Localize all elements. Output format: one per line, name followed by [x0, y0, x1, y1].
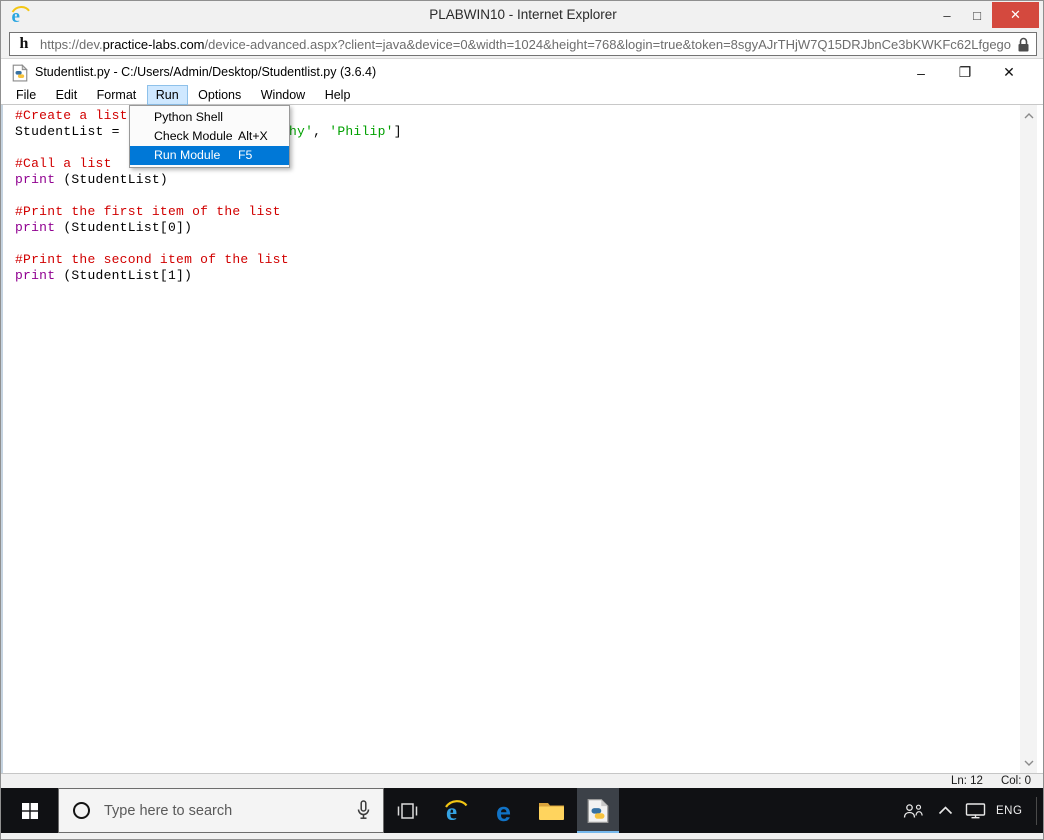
- window-title: PLABWIN10 - Internet Explorer: [429, 7, 617, 22]
- code-line: print (StudentList): [15, 172, 168, 187]
- url-prefix: https://dev.: [40, 36, 103, 52]
- idle-statusbar: Ln: 12 Col: 0: [1, 773, 1043, 788]
- url-domain: practice-labs.com: [102, 36, 205, 52]
- maximize-button[interactable]: □: [962, 2, 992, 28]
- menu-item-check-module[interactable]: Check Module Alt+X: [130, 127, 289, 146]
- menu-window[interactable]: Window: [253, 86, 313, 104]
- idle-titlebar[interactable]: Studentlist.py - C:/Users/Admin/Desktop/…: [1, 59, 1043, 86]
- file-explorer-icon: [538, 803, 564, 820]
- code-line: #Print the second item of the list: [15, 252, 289, 267]
- svg-text:e: e: [496, 797, 511, 825]
- scroll-down-icon[interactable]: [1020, 754, 1037, 771]
- edge-icon: e: [496, 797, 511, 825]
- people-icon[interactable]: [903, 803, 924, 819]
- taskbar: e e: [1, 788, 1043, 833]
- menu-help[interactable]: Help: [317, 86, 359, 104]
- system-tray: ENG: [903, 788, 1038, 833]
- taskbar-internet-explorer-button[interactable]: e: [433, 788, 479, 833]
- ie-titlebar[interactable]: e PLABWIN10 - Internet Explorer – □ ✕: [1, 1, 1043, 29]
- idle-menubar: File Edit Format Run Options Window Help: [1, 85, 1043, 105]
- browser-bottom-strip: [1, 833, 1043, 839]
- start-button[interactable]: [1, 788, 58, 833]
- idle-window-title: Studentlist.py - C:/Users/Admin/Desktop/…: [35, 65, 377, 79]
- microphone-icon[interactable]: [356, 800, 371, 821]
- show-desktop-divider[interactable]: [1036, 796, 1038, 825]
- menu-run[interactable]: Run: [146, 85, 188, 105]
- shortcut-label: F5: [238, 148, 253, 162]
- task-view-icon: [397, 802, 417, 819]
- ie-window-controls: – □ ✕: [932, 2, 1039, 28]
- internet-explorer-icon: e: [445, 799, 468, 825]
- search-input[interactable]: [102, 801, 356, 820]
- idle-close-button[interactable]: ✕: [987, 59, 1031, 86]
- run-menu-dropdown: Python Shell Check Module Alt+X Run Modu…: [129, 105, 290, 168]
- menu-item-run-module[interactable]: Run Module F5: [130, 146, 289, 165]
- url-path: /device-advanced.aspx?client=java&device…: [204, 36, 1011, 52]
- network-display-icon[interactable]: [965, 802, 986, 819]
- menu-item-python-shell[interactable]: Python Shell: [130, 108, 289, 127]
- vertical-scrollbar[interactable]: [1020, 105, 1037, 773]
- address-bar[interactable]: h https://dev.practice-labs.com/device-a…: [9, 32, 1037, 56]
- code-lines: #Create a list StudentList = hy', 'Philip…: [3, 105, 1043, 773]
- code-line: print (StudentList[1]): [15, 268, 193, 283]
- line-indicator: Ln: 12: [950, 775, 983, 787]
- menu-edit[interactable]: Edit: [48, 86, 86, 104]
- url-row: h https://dev.practice-labs.com/device-a…: [1, 29, 1043, 59]
- site-favicon-icon: h: [19, 35, 29, 52]
- idle-window-controls: – ❐ ✕: [899, 59, 1031, 86]
- code-line: #Print the first item of the list: [15, 204, 281, 219]
- code-line: print (StudentList[0]): [15, 220, 193, 235]
- close-button[interactable]: ✕: [992, 2, 1039, 28]
- taskbar-idle-python-button[interactable]: [577, 788, 619, 833]
- lock-icon: [1018, 37, 1029, 51]
- scroll-up-icon[interactable]: [1020, 107, 1037, 124]
- code-editor[interactable]: #Create a list StudentList = hy', 'Philip…: [1, 105, 1043, 773]
- task-view-button[interactable]: [387, 788, 427, 833]
- url-text[interactable]: https://dev.practice-labs.com/device-adv…: [40, 37, 1011, 52]
- python-file-icon: [587, 798, 609, 823]
- cortana-icon[interactable]: [73, 802, 90, 819]
- taskbar-edge-button[interactable]: e: [483, 788, 529, 833]
- menu-options[interactable]: Options: [190, 86, 249, 104]
- column-indicator: Col: 0: [1000, 775, 1031, 787]
- idle-minimize-button[interactable]: –: [899, 59, 943, 86]
- remote-desktop: Studentlist.py - C:/Users/Admin/Desktop/…: [1, 59, 1043, 839]
- minimize-button[interactable]: –: [932, 2, 962, 28]
- taskbar-file-explorer-button[interactable]: [529, 788, 573, 833]
- python-file-icon: [12, 64, 28, 82]
- taskbar-search[interactable]: [58, 788, 384, 833]
- idle-restore-button[interactable]: ❐: [943, 59, 987, 86]
- screen: e PLABWIN10 - Internet Explorer – □ ✕ h …: [0, 0, 1044, 840]
- shortcut-label: Alt+X: [238, 129, 268, 143]
- language-indicator[interactable]: ENG: [996, 805, 1022, 817]
- chevron-up-icon[interactable]: [938, 806, 953, 815]
- windows-logo-icon: [21, 802, 38, 819]
- menu-format[interactable]: Format: [89, 86, 145, 104]
- menu-file[interactable]: File: [8, 86, 44, 104]
